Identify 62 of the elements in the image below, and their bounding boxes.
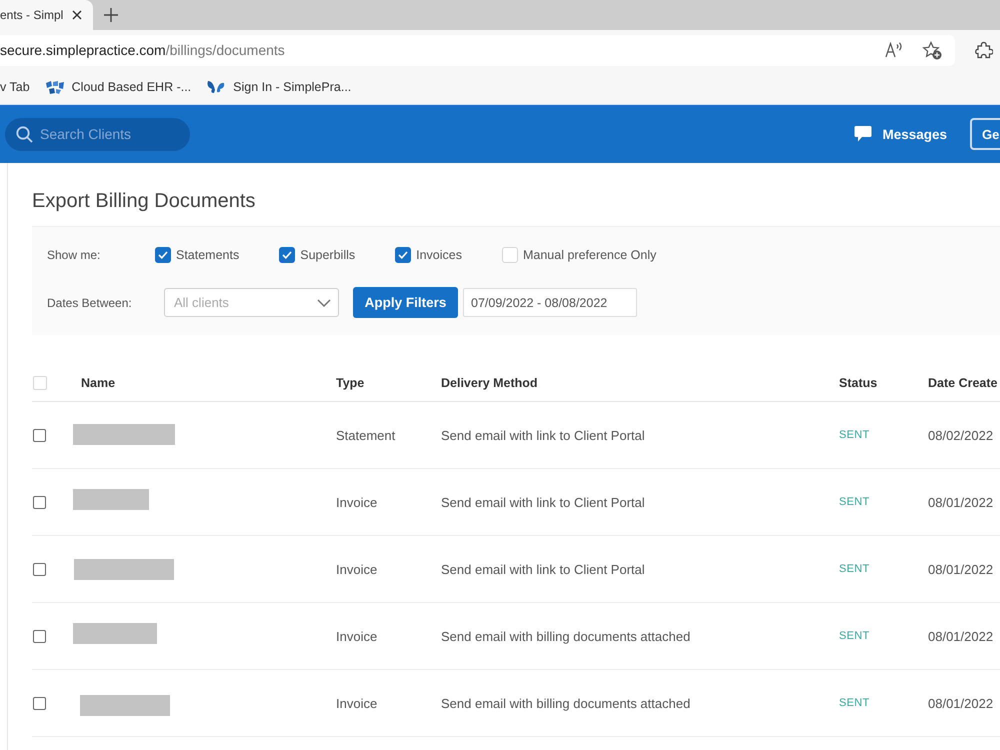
star-plus-icon[interactable] xyxy=(922,40,942,60)
status-label: SENT xyxy=(839,563,870,575)
table-cell: 08/02/2022 xyxy=(928,428,994,442)
apply-filters-button[interactable]: Apply Filters xyxy=(353,287,458,318)
filter-option[interactable]: Manual preference Only xyxy=(502,247,656,263)
row-checkbox[interactable] xyxy=(33,696,46,710)
checkmark-icon xyxy=(282,251,292,259)
table-cell: Send email with link to Client Portal xyxy=(441,494,645,510)
table-cell: 08/01/2022 xyxy=(928,562,994,576)
checkbox[interactable] xyxy=(155,247,171,263)
address-bar[interactable]: secure.simplepractice.com/billings/documents xyxy=(0,34,955,66)
bookmark-link[interactable]: v Tab xyxy=(0,80,30,94)
page-title: Export Billing Documents xyxy=(32,189,256,213)
bookmark-link[interactable]: Cloud Based EHR -... xyxy=(46,80,192,94)
table-cell: Send email with billing documents attached xyxy=(441,696,690,710)
chevron-down-icon xyxy=(317,298,331,306)
table-cell: Send email with link to Client Portal xyxy=(441,562,645,576)
date-range-field[interactable]: 07/09/2022 - 08/08/2022 xyxy=(463,288,637,317)
table-cell: Invoice xyxy=(336,494,378,510)
table-cell: 08/01/2022 xyxy=(928,494,994,510)
read-aloud-icon[interactable] xyxy=(885,42,903,58)
checkmark-icon xyxy=(158,251,168,259)
column-header: Delivery Method xyxy=(441,376,538,390)
filter-option[interactable]: Invoices xyxy=(395,247,462,263)
row-checkbox[interactable] xyxy=(33,428,46,442)
table-cell: Statement xyxy=(336,428,396,442)
table-cell: 08/01/2022 xyxy=(928,696,994,710)
column-header: Type xyxy=(336,376,364,390)
filter-option[interactable]: Superbills xyxy=(279,247,356,263)
browser-tab[interactable]: ents - Simpl xyxy=(0,0,93,30)
table-cell: Invoice xyxy=(336,628,378,644)
new-tab-icon[interactable] xyxy=(104,8,118,22)
filter-label: Show me: xyxy=(47,248,102,262)
filter-label: Dates Between: xyxy=(47,296,133,310)
row-checkbox[interactable] xyxy=(33,562,46,576)
checkbox[interactable] xyxy=(279,247,296,263)
search-icon xyxy=(16,126,33,142)
table-cell: 08/01/2022 xyxy=(928,628,994,644)
column-header: Status xyxy=(839,376,878,390)
table-cell: Invoice xyxy=(336,562,378,576)
filter-option[interactable]: Statements xyxy=(155,247,240,263)
status-label: SENT xyxy=(839,630,870,642)
checkmark-icon xyxy=(398,251,408,259)
butterfly-icon xyxy=(207,80,226,94)
navbar-button[interactable]: Ge xyxy=(970,118,1000,150)
chat-bubble-icon xyxy=(854,125,872,143)
table-cell: Send email with link to Client Portal xyxy=(441,428,645,442)
column-header: Date Create xyxy=(928,376,998,390)
status-label: SENT xyxy=(839,697,870,709)
site-logo-icon xyxy=(46,80,64,94)
bookmark-link[interactable]: Sign In - SimplePra... xyxy=(207,80,352,94)
row-checkbox[interactable] xyxy=(33,630,46,642)
column-header: Name xyxy=(81,376,116,390)
table-cell: Send email with billing documents attached xyxy=(441,628,690,644)
row-checkbox[interactable] xyxy=(33,496,46,508)
table-cell: Invoice xyxy=(336,696,378,710)
checkbox[interactable] xyxy=(395,247,412,263)
status-label: SENT xyxy=(839,429,870,441)
status-label: SENT xyxy=(839,496,870,508)
messages-link[interactable]: Messages xyxy=(854,125,947,143)
puzzle-piece-icon[interactable] xyxy=(975,41,993,59)
close-icon[interactable] xyxy=(72,10,82,20)
